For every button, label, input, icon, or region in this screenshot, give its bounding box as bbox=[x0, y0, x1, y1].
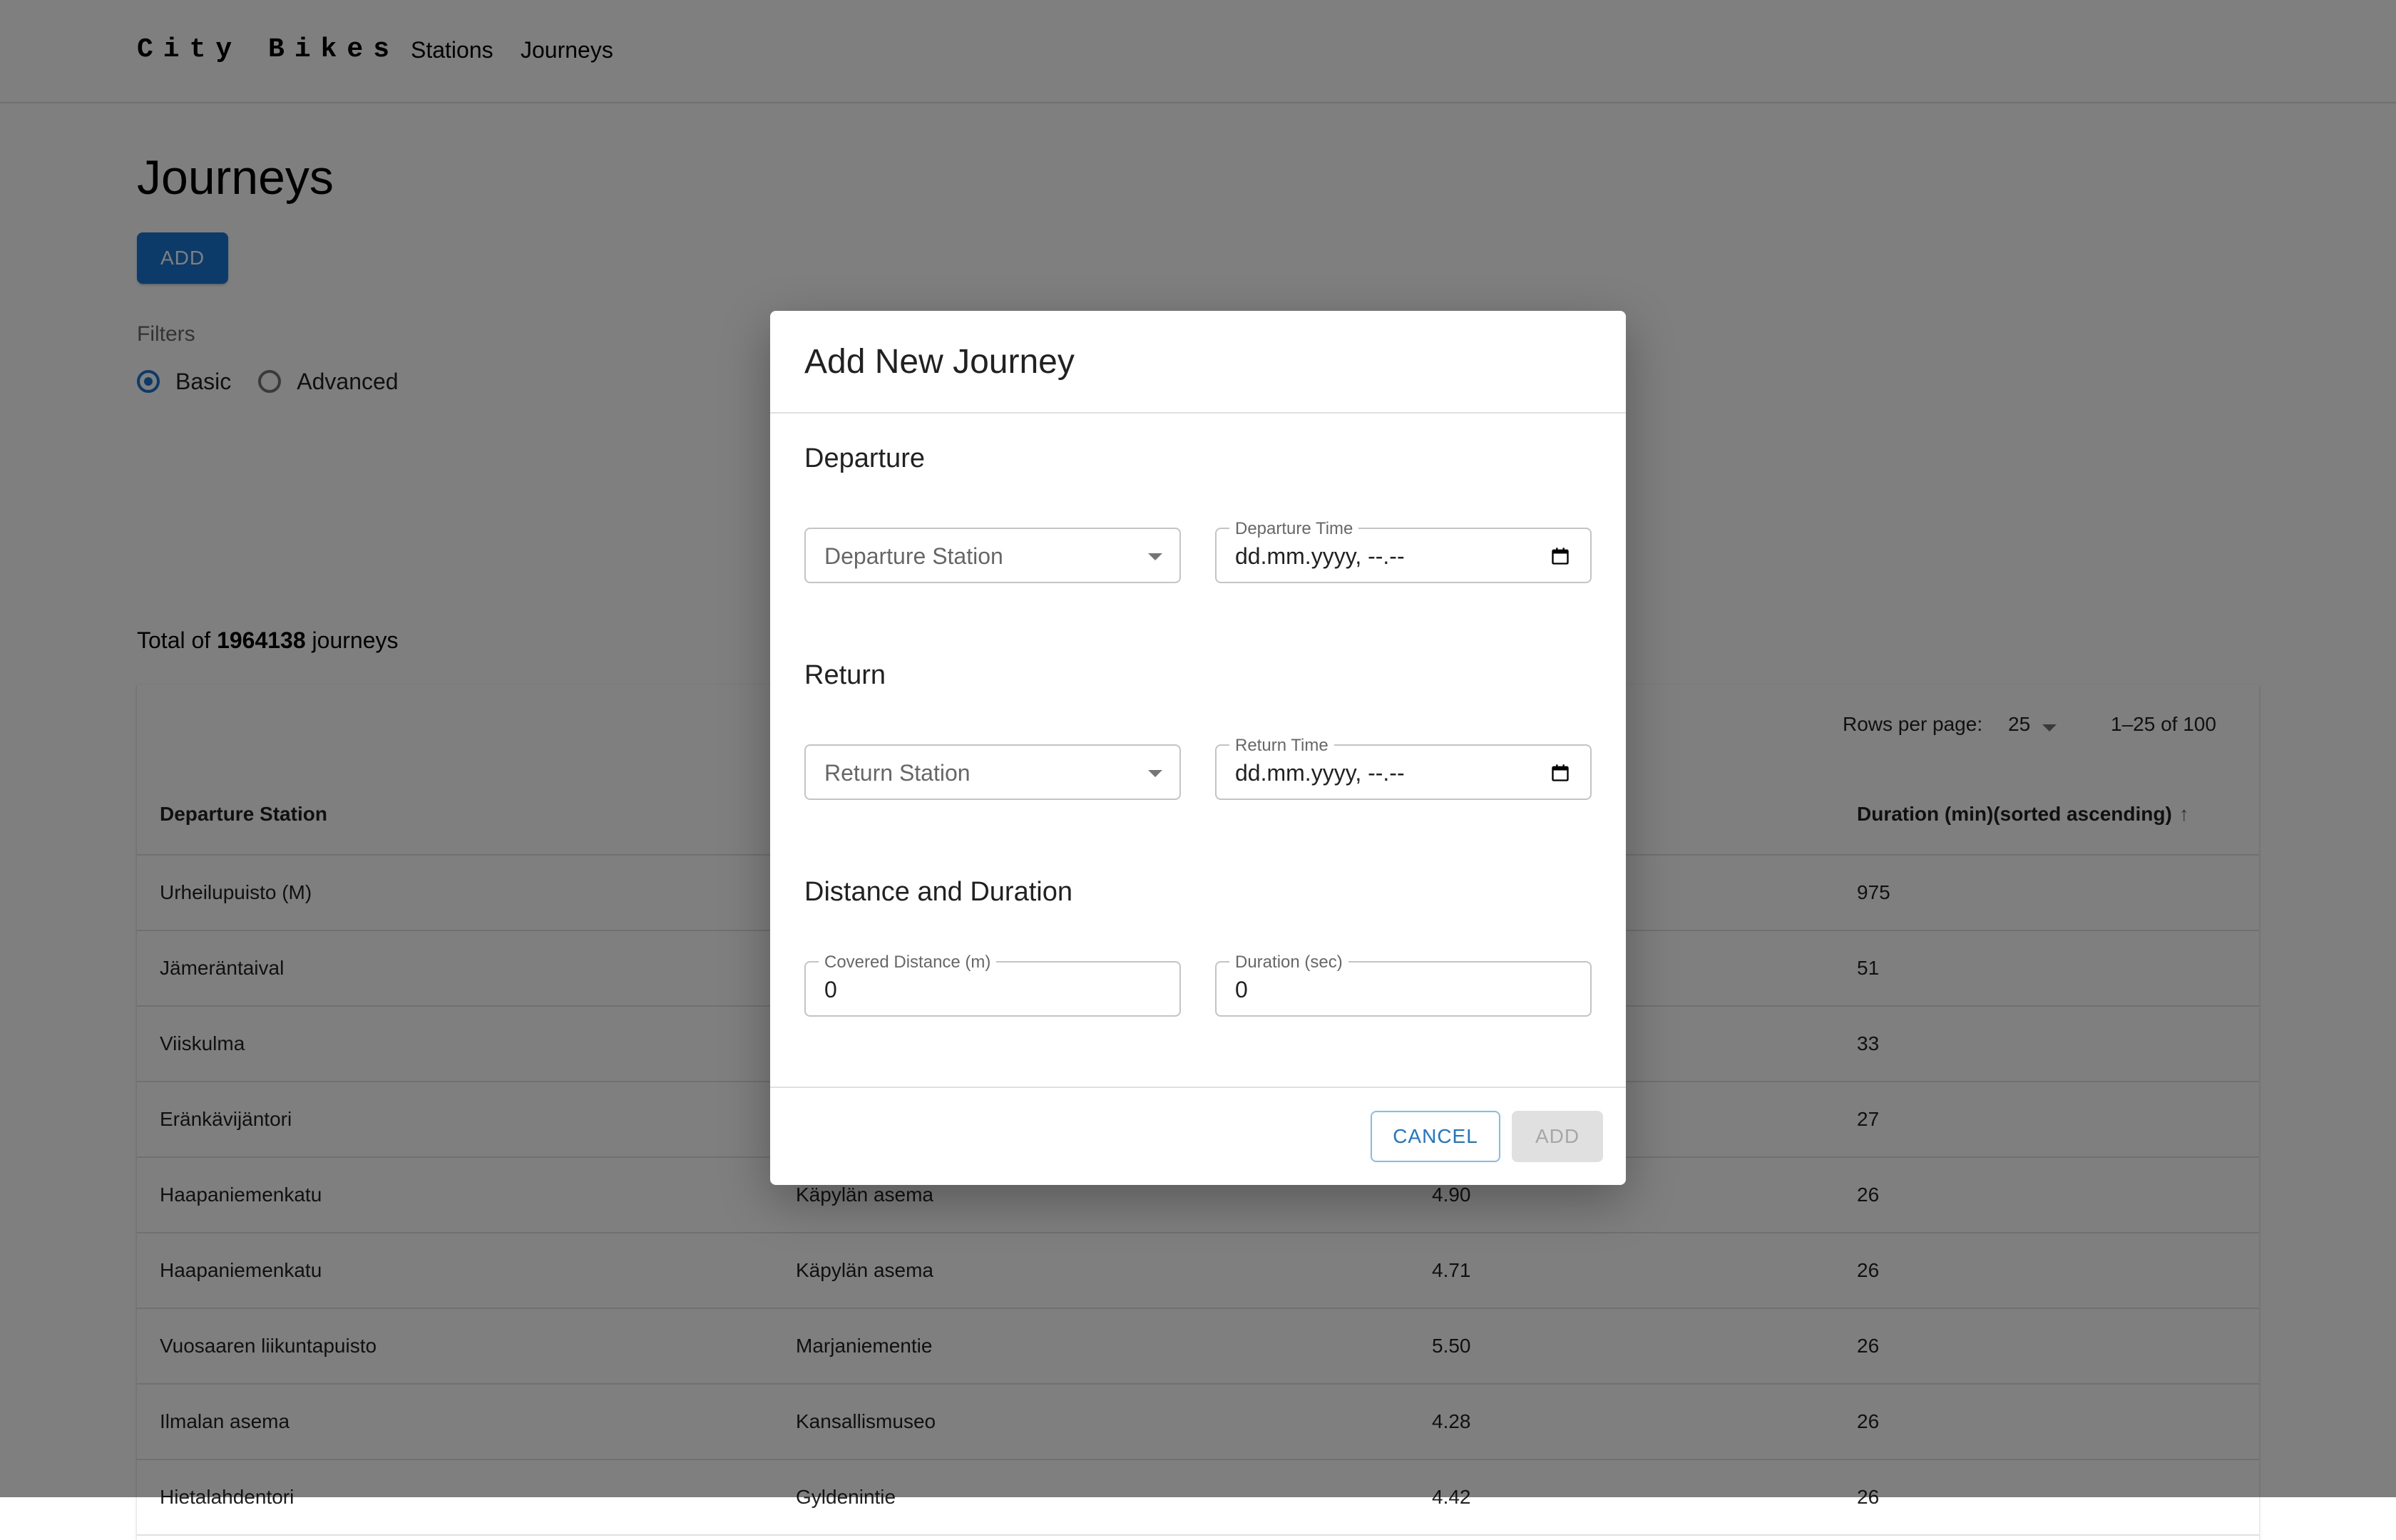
departure-station-placeholder: Departure Station bbox=[824, 543, 1003, 569]
return-time-label: Return Time bbox=[1229, 736, 1334, 756]
page: City Bikes Stations Journeys Journeys AD… bbox=[0, 0, 2396, 1540]
departure-station-select[interactable]: Departure Station bbox=[804, 528, 1181, 583]
return-time-value: dd.mm.yyyy, --.-- bbox=[1235, 760, 1405, 786]
departure-time-value: dd.mm.yyyy, --.-- bbox=[1235, 543, 1405, 569]
return-station-placeholder: Return Station bbox=[824, 760, 971, 786]
covered-distance-value: 0 bbox=[824, 977, 837, 1002]
covered-distance-label: Covered Distance (m) bbox=[819, 953, 997, 972]
chevron-down-icon bbox=[1148, 553, 1162, 560]
duration-input[interactable]: Duration (sec) 0 bbox=[1215, 953, 1592, 1017]
covered-distance-input[interactable]: Covered Distance (m) 0 bbox=[804, 953, 1181, 1017]
dialog-title-divider bbox=[770, 412, 1626, 414]
section-heading-departure: Departure bbox=[804, 443, 925, 473]
chevron-down-icon bbox=[1148, 770, 1162, 777]
duration-label: Duration (sec) bbox=[1229, 953, 1348, 972]
add-button-disabled: ADD bbox=[1512, 1111, 1603, 1162]
section-heading-return: Return bbox=[804, 660, 886, 690]
dialog-actions-divider bbox=[770, 1087, 1626, 1088]
cancel-button[interactable]: CANCEL bbox=[1371, 1111, 1500, 1162]
calendar-icon[interactable] bbox=[1550, 546, 1570, 566]
calendar-icon[interactable] bbox=[1550, 763, 1570, 783]
return-station-select[interactable]: Return Station bbox=[804, 744, 1181, 800]
duration-value: 0 bbox=[1235, 977, 1248, 1002]
departure-time-input[interactable]: Departure Time dd.mm.yyyy, --.-- bbox=[1215, 519, 1592, 583]
return-time-input[interactable]: Return Time dd.mm.yyyy, --.-- bbox=[1215, 736, 1592, 800]
departure-time-label: Departure Time bbox=[1229, 519, 1359, 539]
dialog-title: Add New Journey bbox=[804, 343, 1075, 381]
add-journey-dialog: Add New Journey Departure Departure Stat… bbox=[770, 311, 1626, 1185]
section-heading-distance-duration: Distance and Duration bbox=[804, 877, 1072, 907]
